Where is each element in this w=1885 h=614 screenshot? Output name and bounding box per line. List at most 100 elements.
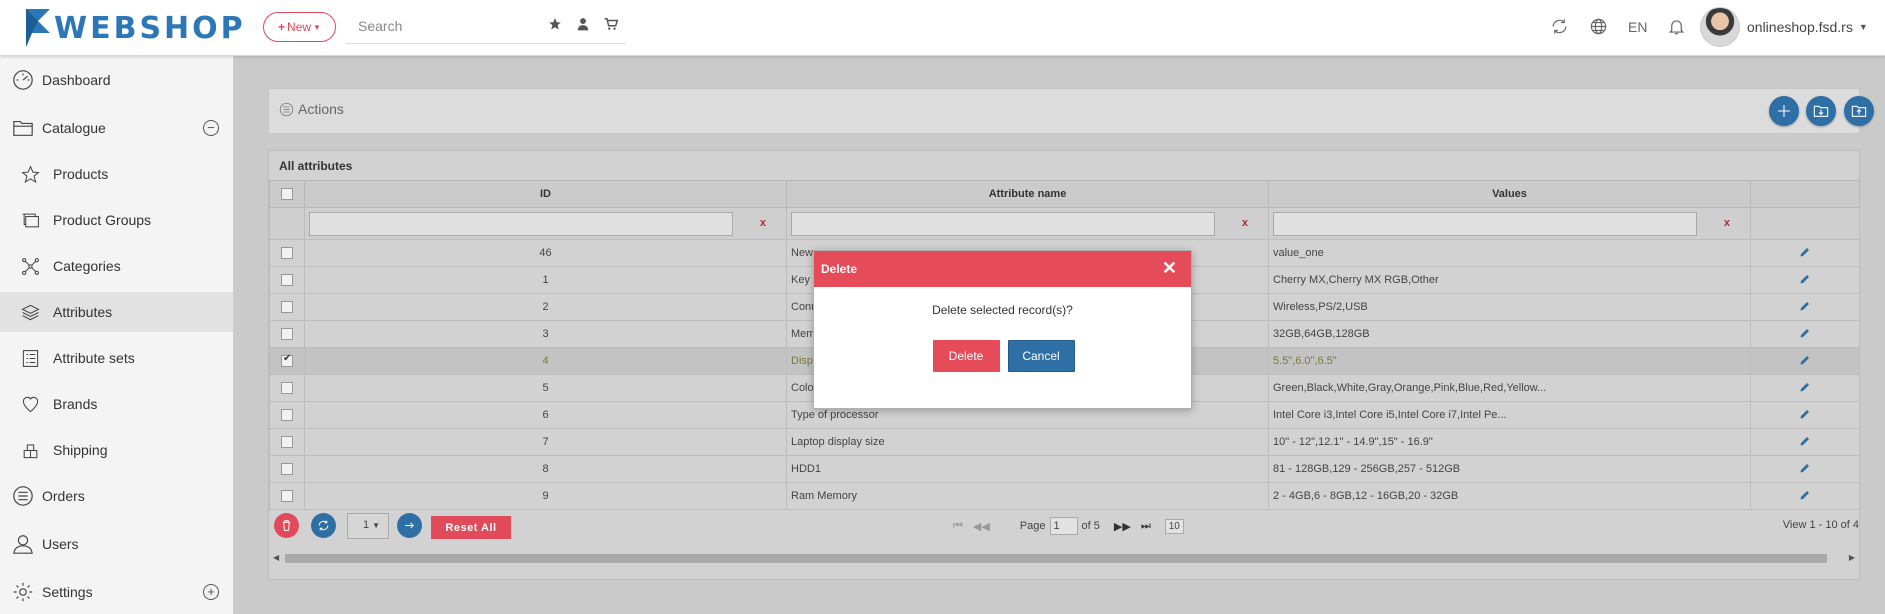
filter-values-input[interactable] <box>1273 211 1697 236</box>
sidebar-item-products[interactable]: Products <box>0 154 233 194</box>
globe-icon[interactable] <box>1589 17 1608 36</box>
id-cell: 5 <box>304 374 787 402</box>
expand-icon[interactable]: + <box>203 584 219 600</box>
folder-icon <box>13 120 33 136</box>
new-button[interactable]: + New ▼ <box>263 12 336 42</box>
column-header-attribute-name[interactable]: Attribute name <box>786 180 1269 208</box>
user-name: onlineshop.fsd.rs <box>1747 19 1853 35</box>
sidebar-item-shipping[interactable]: Shipping <box>0 430 233 470</box>
sidebar-item-orders[interactable]: Orders <box>0 476 233 516</box>
header-shortcuts <box>548 17 618 31</box>
close-icon[interactable]: ✕ <box>1162 259 1177 277</box>
page-number-input[interactable]: 1 <box>1049 517 1078 535</box>
row-checkbox[interactable] <box>281 490 293 503</box>
horizontal-scrollbar[interactable]: ◀ ▶ <box>269 551 1859 566</box>
edit-cell <box>1750 374 1860 402</box>
table-row[interactable]: 9 Ram Memory 2 - 4GB,6 - 8GB,12 - 16GB,20 … <box>269 482 1860 510</box>
first-page-icon[interactable]: ⏮ <box>953 520 963 533</box>
clear-filter-name[interactable]: x <box>1242 217 1248 229</box>
last-page-icon[interactable]: ⏭ <box>1141 520 1151 533</box>
clear-filter-values[interactable]: x <box>1724 217 1730 229</box>
cart-icon[interactable] <box>604 17 618 31</box>
sidebar-item-label: Brands <box>53 396 98 412</box>
scroll-right-icon[interactable]: ▶ <box>1849 553 1855 562</box>
user-icon[interactable] <box>576 17 590 31</box>
pencil-icon[interactable] <box>1799 489 1811 501</box>
row-checkbox[interactable] <box>281 436 293 449</box>
sidebar-item-users[interactable]: Users <box>0 524 233 564</box>
pencil-icon[interactable] <box>1799 381 1811 393</box>
pencil-icon[interactable] <box>1799 435 1811 447</box>
sidebar: Dashboard Catalogue − Products Product G… <box>0 56 234 614</box>
sidebar-item-label: Attributes <box>53 304 113 320</box>
import-button[interactable] <box>1806 96 1836 126</box>
column-header-values[interactable]: Values <box>1268 180 1751 208</box>
scrollbar-thumb[interactable] <box>285 554 1827 563</box>
row-select-cell <box>269 428 305 456</box>
sidebar-item-brands[interactable]: Brands <box>0 384 233 424</box>
pencil-icon[interactable] <box>1799 273 1811 285</box>
page-size-select[interactable]: 1 ▼ <box>347 513 389 539</box>
row-checkbox[interactable] <box>281 301 293 314</box>
row-select-cell <box>269 455 305 483</box>
sidebar-item-product-groups[interactable]: Product Groups <box>0 200 233 240</box>
delete-selected-button[interactable] <box>274 513 299 538</box>
export-button[interactable] <box>1844 96 1874 126</box>
webshop-logo[interactable]: WEBSHOP <box>24 8 246 48</box>
dialog-buttons: Delete Cancel <box>814 340 1193 372</box>
row-select-cell <box>269 320 305 348</box>
pencil-icon[interactable] <box>1799 246 1811 258</box>
bell-icon[interactable] <box>1667 17 1686 36</box>
row-checkbox[interactable] <box>281 328 293 341</box>
id-cell: 46 <box>304 239 787 267</box>
avatar <box>1700 7 1740 47</box>
collapse-icon[interactable]: − <box>203 120 219 136</box>
row-checkbox[interactable] <box>281 274 293 287</box>
sidebar-item-dashboard[interactable]: Dashboard <box>0 60 233 100</box>
search-input[interactable] <box>346 10 536 42</box>
select-all-checkbox[interactable] <box>281 188 293 201</box>
rows-per-page[interactable]: 10 <box>1164 518 1184 534</box>
user-menu[interactable]: onlineshop.fsd.rs ▼ <box>1700 7 1868 47</box>
row-checkbox[interactable] <box>281 409 293 422</box>
pencil-icon[interactable] <box>1799 408 1811 420</box>
edit-cell <box>1750 401 1860 429</box>
scroll-left-icon[interactable]: ◀ <box>273 553 279 562</box>
pencil-icon[interactable] <box>1799 354 1811 366</box>
language-selector[interactable]: EN <box>1628 19 1647 35</box>
reset-all-button[interactable]: Reset All <box>431 516 511 539</box>
prev-page-icon[interactable]: ◀◀ <box>973 520 990 533</box>
attribute-name-cell: HDD1 <box>786 455 1269 483</box>
sidebar-item-categories[interactable]: Categories <box>0 246 233 286</box>
add-button[interactable] <box>1769 96 1799 126</box>
filter-name-input[interactable] <box>791 211 1215 236</box>
next-page-icon[interactable]: ▶▶ <box>1114 520 1131 533</box>
confirm-delete-button[interactable]: Delete <box>932 340 1000 372</box>
cancel-button[interactable]: Cancel <box>1007 340 1075 372</box>
sidebar-item-catalogue[interactable]: Catalogue − <box>0 108 233 148</box>
sidebar-item-settings[interactable]: Settings + <box>0 572 233 612</box>
row-checkbox[interactable] <box>281 463 293 476</box>
column-header-id[interactable]: ID <box>304 180 787 208</box>
sidebar-item-attributes[interactable]: Attributes <box>0 292 233 332</box>
edit-cell <box>1750 320 1860 348</box>
go-button[interactable] <box>397 513 422 538</box>
filter-id-input[interactable] <box>309 211 733 236</box>
table-row[interactable]: 8 HDD1 81 - 128GB,129 - 256GB,257 - 512GB <box>269 455 1860 483</box>
values-cell: 32GB,64GB,128GB <box>1268 320 1751 348</box>
row-checkbox[interactable] <box>281 247 293 260</box>
sidebar-item-attribute-sets[interactable]: Attribute sets <box>0 338 233 378</box>
refresh-icon[interactable] <box>1550 17 1569 36</box>
reload-button[interactable] <box>311 513 336 538</box>
row-checkbox[interactable] <box>281 353 293 368</box>
pencil-icon[interactable] <box>1799 327 1811 339</box>
row-checkbox[interactable] <box>281 382 293 395</box>
plus-icon: + <box>278 20 286 34</box>
pencil-icon[interactable] <box>1799 462 1811 474</box>
pencil-icon[interactable] <box>1799 300 1811 312</box>
list-icon <box>22 349 39 367</box>
clear-filter-id[interactable]: x <box>760 217 766 229</box>
favorites-star-icon[interactable] <box>548 17 562 31</box>
attribute-name-cell: Ram Memory <box>786 482 1269 510</box>
table-row[interactable]: 7 Laptop display size 10" - 12",12.1" - 14… <box>269 428 1860 456</box>
